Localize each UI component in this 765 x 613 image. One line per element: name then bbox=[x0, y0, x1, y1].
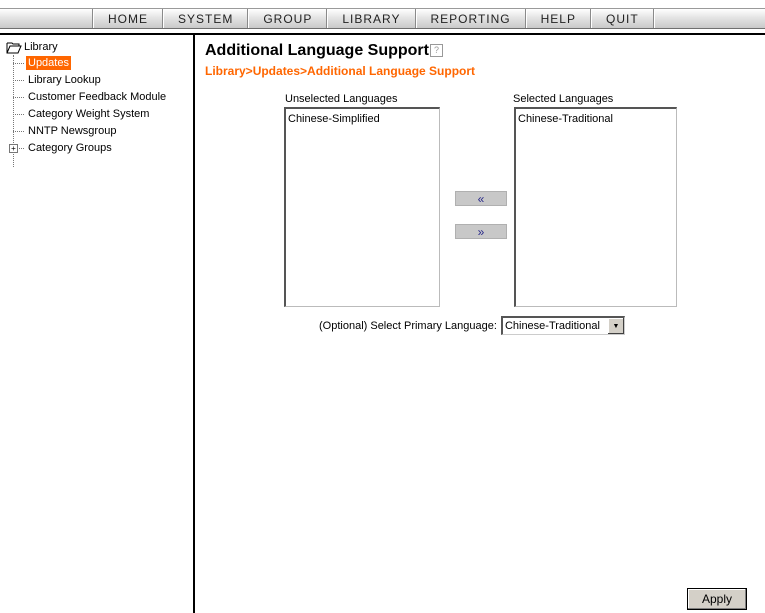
sidebar-item-label: Library Lookup bbox=[28, 74, 101, 86]
selected-languages-label: Selected Languages bbox=[513, 93, 614, 105]
primary-language-select[interactable]: Chinese-Traditional ▼ bbox=[500, 316, 625, 335]
open-folder-icon bbox=[6, 41, 22, 54]
primary-language-value: Chinese-Traditional bbox=[504, 320, 600, 332]
nav-reporting[interactable]: REPORTING bbox=[415, 9, 526, 28]
primary-language-label: (Optional) Select Primary Language: bbox=[319, 319, 497, 332]
move-left-button[interactable]: « bbox=[455, 191, 507, 206]
double-chevron-left-icon: « bbox=[477, 191, 485, 206]
list-item[interactable]: Chinese-Traditional bbox=[518, 112, 674, 126]
nav-help[interactable]: HELP bbox=[525, 9, 591, 28]
page-title-text: Additional Language Support bbox=[205, 42, 429, 59]
sidebar: Library Updates Library Lookup Customer … bbox=[0, 35, 195, 613]
primary-language-row: (Optional) Select Primary Language: Chin… bbox=[319, 316, 625, 335]
chevron-down-icon[interactable]: ▼ bbox=[606, 318, 624, 334]
move-right-button[interactable]: » bbox=[455, 224, 507, 239]
nav-system[interactable]: SYSTEM bbox=[163, 9, 249, 28]
sidebar-item-label: Category Weight System bbox=[28, 108, 150, 120]
page-title: Additional Language Support? bbox=[205, 42, 443, 60]
sidebar-item-updates[interactable]: Updates bbox=[13, 55, 168, 72]
tree-root-label: Library bbox=[24, 41, 58, 53]
help-icon[interactable]: ? bbox=[429, 44, 443, 58]
sidebar-item-label: NNTP Newsgroup bbox=[28, 125, 117, 137]
sidebar-item-customer-feedback-module[interactable]: Customer Feedback Module bbox=[13, 89, 168, 106]
unselected-languages-list[interactable]: Chinese-Simplified bbox=[284, 107, 440, 307]
sidebar-item-library-lookup[interactable]: Library Lookup bbox=[13, 72, 168, 89]
nav-quit[interactable]: QUIT bbox=[590, 9, 654, 28]
tree-root-library[interactable]: Library bbox=[6, 39, 168, 55]
breadcrumb: Library>Updates>Additional Language Supp… bbox=[205, 64, 476, 78]
library-tree: Library Updates Library Lookup Customer … bbox=[6, 39, 168, 167]
main-content: Additional Language Support? Library>Upd… bbox=[195, 35, 765, 613]
sidebar-item-label: Customer Feedback Module bbox=[28, 91, 167, 103]
sidebar-item-category-weight-system[interactable]: Category Weight System bbox=[13, 106, 168, 123]
top-navigation: HOME SYSTEM GROUP LIBRARY REPORTING HELP… bbox=[0, 0, 765, 35]
sidebar-item-category-groups[interactable]: + Category Groups bbox=[9, 140, 168, 157]
tree-children: Updates Library Lookup Customer Feedback… bbox=[9, 55, 168, 167]
double-chevron-right-icon: » bbox=[477, 224, 485, 239]
nav-library[interactable]: LIBRARY bbox=[327, 9, 416, 28]
unselected-languages-label: Unselected Languages bbox=[285, 93, 398, 105]
selected-languages-list[interactable]: Chinese-Traditional bbox=[514, 107, 677, 307]
list-item[interactable]: Chinese-Simplified bbox=[288, 112, 437, 126]
sidebar-item-label: Updates bbox=[26, 56, 71, 70]
sidebar-item-nntp-newsgroup[interactable]: NNTP Newsgroup bbox=[13, 123, 168, 140]
nav-home[interactable]: HOME bbox=[93, 9, 163, 28]
nav-spacer bbox=[0, 9, 93, 28]
apply-button[interactable]: Apply bbox=[687, 588, 747, 610]
expand-plus-icon[interactable]: + bbox=[9, 144, 18, 153]
sidebar-item-label: Category Groups bbox=[28, 142, 112, 154]
nav-group[interactable]: GROUP bbox=[248, 9, 328, 28]
nav-bar: HOME SYSTEM GROUP LIBRARY REPORTING HELP… bbox=[0, 8, 765, 29]
nav-tail bbox=[653, 9, 765, 28]
